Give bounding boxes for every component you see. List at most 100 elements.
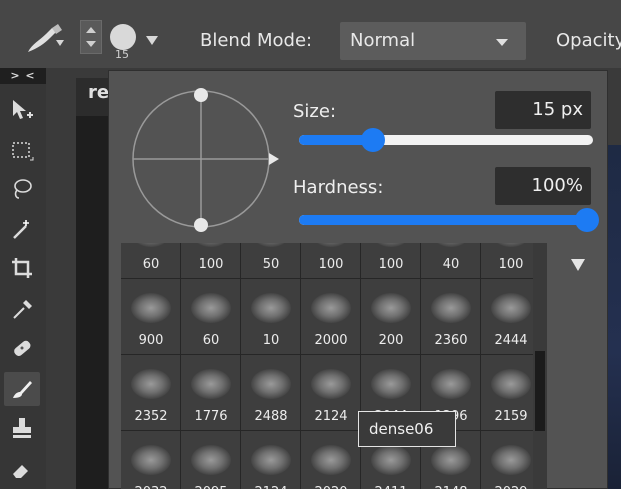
brush-tip-thumbnail — [311, 369, 351, 399]
brush-size-label: 100 — [378, 257, 404, 272]
crop-tool-icon[interactable] — [4, 252, 40, 286]
brush-preset-grid: 60 100 50 100 100 40 100 900 60 10 2000 200 2360 2444… — [121, 243, 545, 489]
brush-tip-thumbnail — [371, 243, 411, 247]
brush-tip-thumbnail — [431, 369, 471, 399]
eyedropper-tool-icon[interactable] — [4, 292, 40, 326]
brush-preset-cell[interactable]: 2352 — [121, 355, 181, 431]
brush-tip-thumbnail — [131, 445, 171, 475]
brush-tip-thumbnail — [311, 445, 351, 475]
brush-size-label: 2000 — [314, 333, 348, 348]
brush-size-label: 10 — [262, 333, 280, 348]
brush-angle-roundness-control[interactable] — [129, 87, 293, 233]
brush-preset-cell[interactable]: 2029 — [481, 431, 541, 489]
brush-tip-thumbnail — [131, 243, 171, 247]
brush-preset-cell[interactable]: 900 — [121, 279, 181, 355]
lasso-tool-icon[interactable] — [4, 172, 40, 206]
brush-tip-thumbnail — [191, 243, 231, 247]
brush-size-label: 2029 — [481, 485, 541, 489]
brush-picker-chevron-down-icon[interactable] — [146, 36, 158, 45]
brush-size-label: 2488 — [254, 409, 288, 424]
brush-size-stepper[interactable] — [80, 20, 102, 54]
document-tab[interactable]: re — [76, 78, 110, 116]
brush-preset-cell[interactable]: 2124 — [301, 355, 361, 431]
brush-size-label: 1776 — [194, 409, 228, 424]
brush-size-label: 2352 — [134, 409, 168, 424]
brush-name-tooltip: dense06 — [358, 411, 456, 447]
brush-preset-cell[interactable]: 60 — [121, 243, 181, 279]
brush-preset-cell[interactable]: 2095 — [181, 431, 241, 489]
tooltip-text: dense06 — [369, 420, 434, 438]
brush-preset-cell[interactable]: 2032 — [121, 431, 181, 489]
move-tool-icon[interactable] — [4, 94, 40, 128]
brush-preset-cell[interactable]: 200 — [361, 279, 421, 355]
blend-mode-value: Normal — [350, 30, 416, 51]
stepper-up-icon[interactable] — [86, 27, 96, 33]
brush-size-label: 100 — [498, 257, 524, 272]
brush-tip-thumbnail — [431, 293, 471, 323]
brush-size-label: 2444 — [494, 333, 528, 348]
brush-size-label: 2411 — [361, 485, 421, 489]
brush-tip-thumbnail — [371, 369, 411, 399]
brush-preset-cell[interactable]: 2020 — [301, 431, 361, 489]
brush-tip-thumbnail — [191, 445, 231, 475]
blend-mode-select[interactable]: Normal — [340, 22, 526, 60]
hardness-slider-handle[interactable] — [575, 208, 599, 232]
brush-tool-icon[interactable] — [4, 372, 40, 406]
brush-size-label: 2095 — [181, 485, 241, 489]
brush-preset-cell[interactable]: 2444 — [481, 279, 541, 355]
size-slider-handle[interactable] — [361, 128, 385, 152]
healing-tool-icon[interactable] — [4, 332, 40, 366]
hardness-slider[interactable] — [299, 208, 599, 232]
chevron-down-icon — [496, 39, 508, 46]
brush-tip-thumbnail — [431, 445, 471, 475]
eraser-tool-icon[interactable] — [4, 452, 40, 486]
size-field[interactable]: 15 px — [495, 91, 591, 129]
brush-preset-cell[interactable]: 100 — [181, 243, 241, 279]
stamp-tool-icon[interactable] — [4, 412, 40, 446]
brush-tip-thumbnail — [431, 243, 471, 247]
brush-preset-cell[interactable]: 100 — [361, 243, 421, 279]
brush-preset-cell[interactable]: 2124 — [241, 431, 301, 489]
brush-tip-thumbnail — [131, 369, 171, 399]
brush-preset-cell[interactable]: 2159 — [481, 355, 541, 431]
brush-size-label: 60 — [202, 333, 220, 348]
brush-preset-cell[interactable]: 10 — [241, 279, 301, 355]
brush-size-label: 2360 — [434, 333, 468, 348]
brush-size-label: 50 — [262, 257, 280, 272]
brush-preset-icon[interactable] — [22, 22, 64, 56]
brush-size-label: 2124 — [314, 409, 348, 424]
brush-preset-cell[interactable]: 2488 — [241, 355, 301, 431]
tools-panel: > < — [0, 68, 46, 489]
brush-preset-cell[interactable]: 60 — [181, 279, 241, 355]
scrollbar-thumb[interactable] — [535, 351, 545, 431]
brush-tip-thumbnail — [491, 293, 531, 323]
brush-menu-chevron-down-icon[interactable] — [571, 259, 585, 271]
brush-tip-preview[interactable] — [110, 24, 136, 50]
brush-tip-thumbnail — [491, 445, 531, 475]
brush-size-label: 60 — [142, 257, 160, 272]
brush-grid-scrollbar[interactable] — [533, 243, 547, 489]
size-slider[interactable] — [299, 128, 593, 152]
size-label: Size: — [293, 101, 337, 122]
brush-tip-thumbnail — [131, 293, 171, 323]
brush-preset-cell[interactable]: 2360 — [421, 279, 481, 355]
marquee-tool-icon[interactable] — [4, 134, 40, 168]
brush-tip-thumbnail — [311, 293, 351, 323]
brush-preset-cell[interactable]: 1776 — [181, 355, 241, 431]
brush-preset-cell[interactable]: 50 — [241, 243, 301, 279]
hardness-value: 100% — [531, 175, 583, 196]
brush-tip-thumbnail — [491, 243, 531, 247]
brush-preset-cell[interactable]: 40 — [421, 243, 481, 279]
collapse-toolbar-button[interactable]: > < — [0, 68, 46, 84]
brush-tip-thumbnail — [251, 369, 291, 399]
hardness-field[interactable]: 100% — [495, 167, 591, 205]
brush-preset-cell[interactable]: 100 — [301, 243, 361, 279]
brush-preset-cell[interactable]: 100 — [481, 243, 541, 279]
brush-tip-thumbnail — [311, 243, 351, 247]
brush-preset-cell[interactable]: 2000 — [301, 279, 361, 355]
stepper-down-icon[interactable] — [86, 41, 96, 47]
hardness-slider-fill — [299, 215, 593, 225]
magic-wand-tool-icon[interactable] — [4, 212, 40, 246]
brush-size-label: 2148 — [421, 485, 481, 489]
opacity-label: Opacity — [556, 30, 621, 51]
